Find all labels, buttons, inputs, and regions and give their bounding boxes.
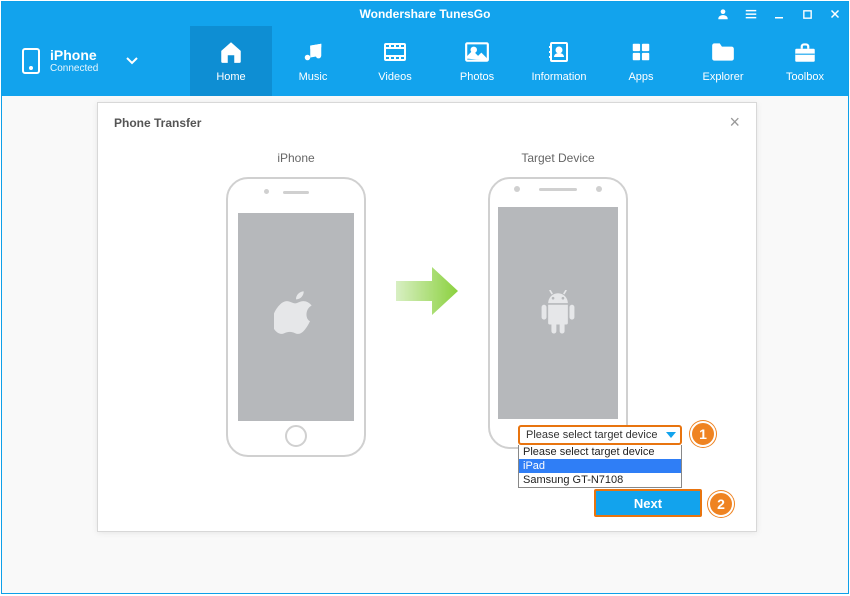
nav-photos[interactable]: Photos bbox=[436, 26, 518, 96]
transfer-arrow bbox=[392, 151, 462, 431]
nav-label: Home bbox=[216, 71, 245, 83]
nav-toolbox[interactable]: Toolbox bbox=[764, 26, 846, 96]
next-button[interactable]: Next bbox=[594, 489, 702, 517]
phone-icon bbox=[22, 48, 40, 74]
modal-header: Phone Transfer × bbox=[98, 103, 756, 143]
dropdown-option[interactable]: Samsung GT-N7108 bbox=[519, 473, 681, 487]
nav-label: Toolbox bbox=[786, 71, 824, 83]
annotation-badge-1: 1 bbox=[690, 421, 716, 447]
window-controls bbox=[716, 7, 842, 21]
dropdown-list: Please select target device iPad Samsung… bbox=[518, 445, 682, 488]
app-window: Wondershare TunesGo iPhone Connec bbox=[1, 1, 849, 594]
nav-music[interactable]: Music bbox=[272, 26, 354, 96]
phone-transfer-modal: Phone Transfer × iPhone bbox=[97, 102, 757, 532]
nav-home[interactable]: Home bbox=[190, 26, 272, 96]
close-icon[interactable] bbox=[828, 7, 842, 21]
chevron-down-icon bbox=[666, 432, 676, 438]
nav-items: Home Music Videos Photos Information App… bbox=[190, 26, 846, 96]
app-title: Wondershare TunesGo bbox=[360, 7, 491, 21]
dropdown-selected-text: Please select target device bbox=[526, 429, 662, 441]
modal-close-icon[interactable]: × bbox=[729, 112, 740, 133]
content-area: Phone Transfer × iPhone bbox=[2, 96, 848, 593]
photos-icon bbox=[464, 39, 490, 65]
nav-apps[interactable]: Apps bbox=[600, 26, 682, 96]
device-name: iPhone bbox=[50, 48, 98, 63]
target-column: Target Device bbox=[488, 151, 628, 449]
toolbox-icon bbox=[792, 39, 818, 65]
nav-label: Music bbox=[299, 71, 328, 83]
contacts-icon bbox=[546, 39, 572, 65]
user-icon[interactable] bbox=[716, 7, 730, 21]
title-bar: Wondershare TunesGo bbox=[2, 2, 848, 26]
android-icon bbox=[538, 290, 578, 336]
source-column: iPhone bbox=[226, 151, 366, 457]
chevron-down-icon bbox=[126, 52, 138, 70]
dropdown-option[interactable]: iPad bbox=[519, 459, 681, 473]
apple-icon bbox=[274, 291, 318, 343]
minimize-icon[interactable] bbox=[772, 7, 786, 21]
target-label: Target Device bbox=[521, 151, 594, 165]
iphone-device bbox=[226, 177, 366, 457]
target-device-dropdown: Please select target device Please selec… bbox=[518, 425, 682, 488]
next-button-label: Next bbox=[634, 496, 662, 511]
device-info: iPhone Connected bbox=[50, 48, 98, 74]
source-label: iPhone bbox=[277, 151, 314, 165]
video-icon bbox=[382, 39, 408, 65]
modal-title: Phone Transfer bbox=[114, 116, 201, 130]
dropdown-selected[interactable]: Please select target device bbox=[518, 425, 682, 445]
nav-label: Videos bbox=[378, 71, 411, 83]
menu-icon[interactable] bbox=[744, 7, 758, 21]
nav-label: Explorer bbox=[703, 71, 744, 83]
apps-icon bbox=[628, 39, 654, 65]
android-screen bbox=[498, 207, 618, 419]
nav-label: Information bbox=[531, 71, 586, 83]
device-selector[interactable]: iPhone Connected bbox=[2, 26, 190, 96]
home-icon bbox=[218, 39, 244, 65]
nav-videos[interactable]: Videos bbox=[354, 26, 436, 96]
nav-explorer[interactable]: Explorer bbox=[682, 26, 764, 96]
nav-bar: iPhone Connected Home Music Videos bbox=[2, 26, 848, 96]
device-status: Connected bbox=[50, 63, 98, 74]
arrow-right-icon bbox=[392, 263, 462, 319]
folder-icon bbox=[710, 39, 736, 65]
music-icon bbox=[300, 39, 326, 65]
iphone-screen bbox=[238, 213, 354, 421]
android-device bbox=[488, 177, 628, 449]
transfer-area: iPhone Target D bbox=[98, 143, 756, 457]
nav-information[interactable]: Information bbox=[518, 26, 600, 96]
nav-label: Apps bbox=[628, 71, 653, 83]
nav-label: Photos bbox=[460, 71, 494, 83]
dropdown-option[interactable]: Please select target device bbox=[519, 445, 681, 459]
maximize-icon[interactable] bbox=[800, 7, 814, 21]
annotation-badge-2: 2 bbox=[708, 491, 734, 517]
